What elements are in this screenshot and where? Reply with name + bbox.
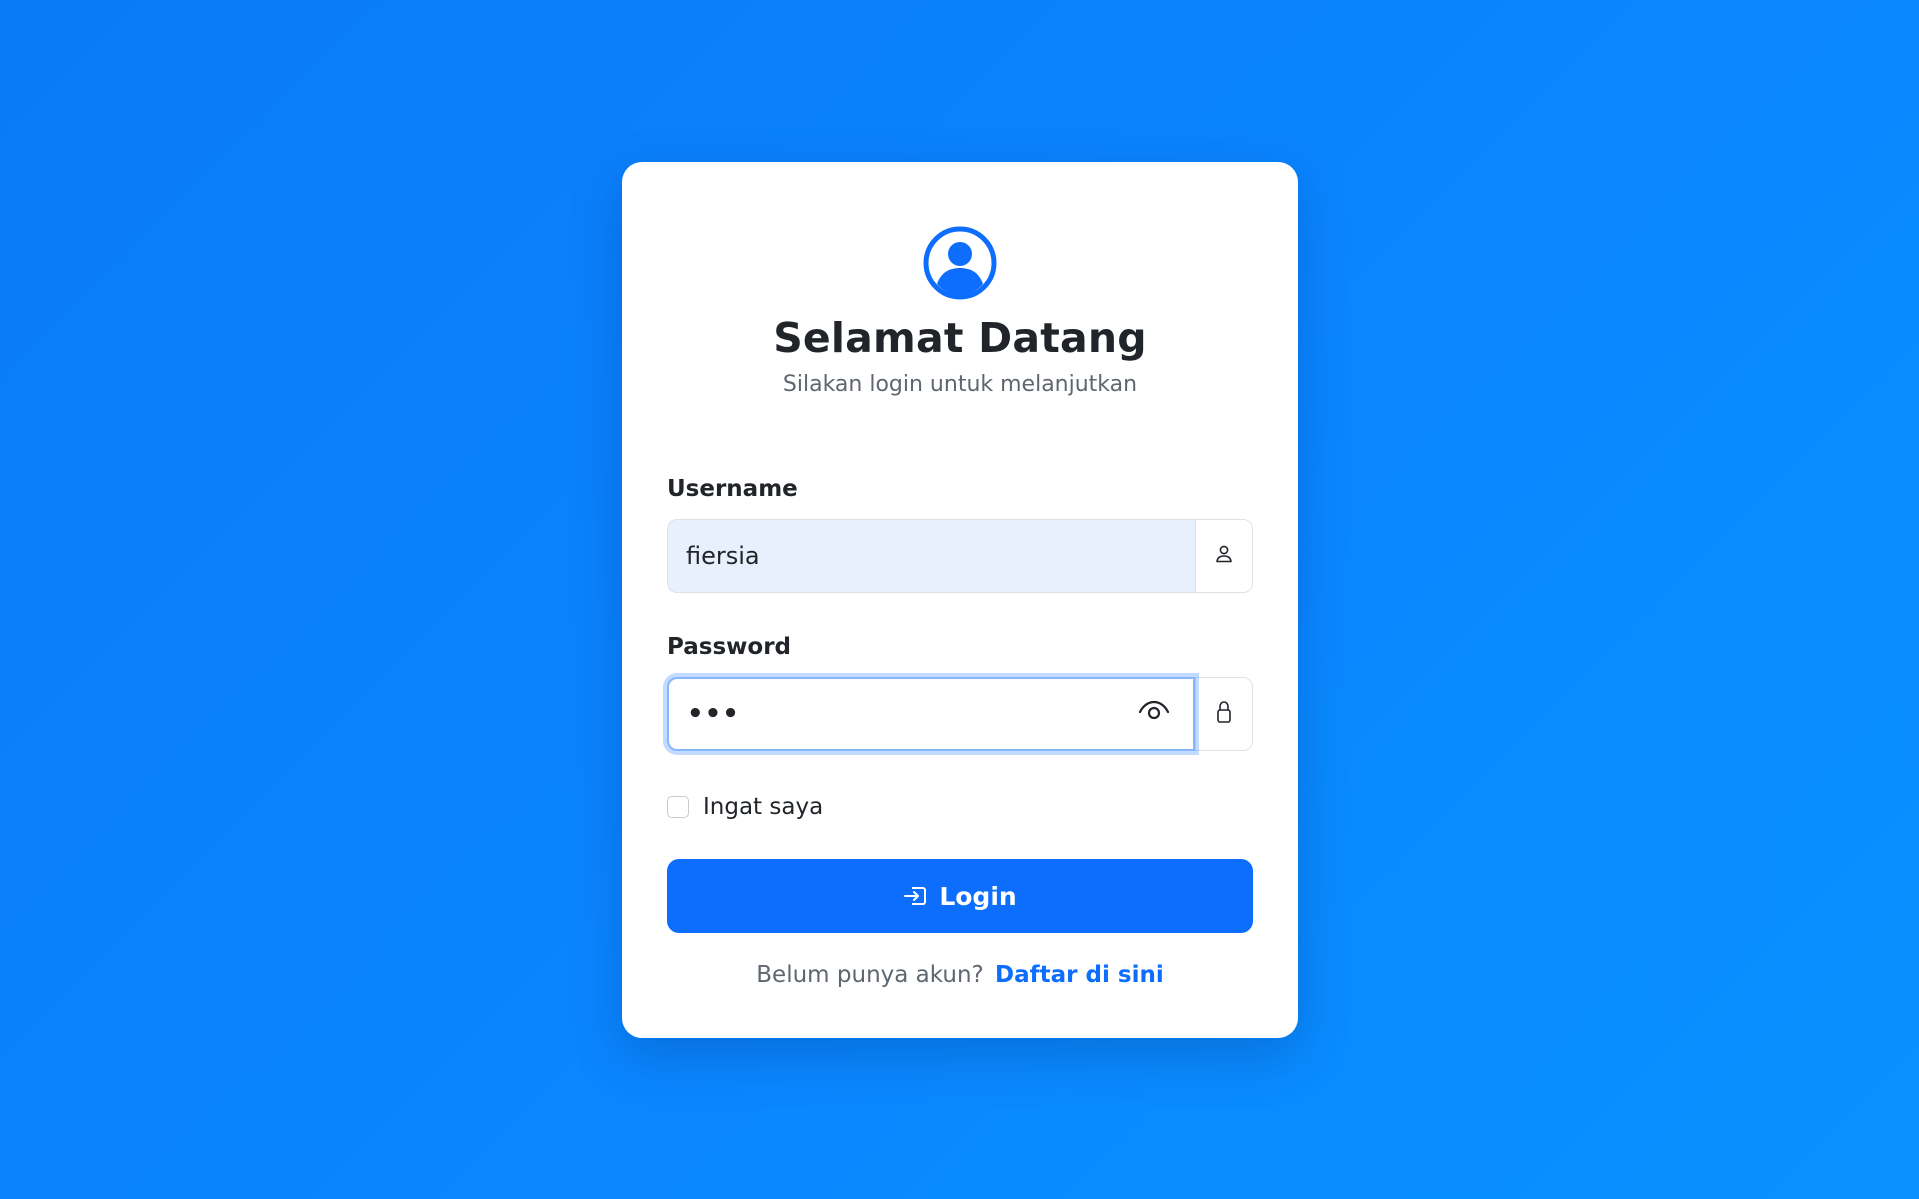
password-label: Password <box>667 634 791 660</box>
username-addon <box>1195 519 1253 593</box>
login-button[interactable]: Login <box>667 859 1253 933</box>
username-input[interactable]: fiersia <box>667 519 1195 593</box>
username-value: fiersia <box>686 542 760 570</box>
remember-me: Ingat saya <box>667 794 823 820</box>
password-addon <box>1195 677 1253 751</box>
show-password-toggle[interactable] <box>1137 700 1171 728</box>
person-icon <box>1214 544 1234 568</box>
password-masked-value: ••• <box>687 699 740 729</box>
remember-label[interactable]: Ingat saya <box>703 794 823 820</box>
user-avatar-icon <box>923 226 997 300</box>
box-arrow-in-right-icon <box>903 885 927 907</box>
login-button-label: Login <box>939 881 1017 911</box>
register-link[interactable]: Daftar di sini <box>995 962 1164 988</box>
eye-icon <box>1138 700 1170 728</box>
remember-checkbox[interactable] <box>667 796 689 818</box>
register-prompt: Belum punya akun? Daftar di sini <box>622 962 1298 988</box>
username-label: Username <box>667 476 798 502</box>
lock-icon <box>1214 700 1234 728</box>
password-input[interactable]: ••• <box>667 677 1195 751</box>
password-input-group: ••• <box>667 677 1253 751</box>
page-title: Selamat Datang <box>773 314 1147 362</box>
login-card: Selamat Datang Silakan login untuk melan… <box>622 162 1298 1038</box>
page-subtitle: Silakan login untuk melanjutkan <box>782 372 1138 397</box>
register-prompt-text: Belum punya akun? <box>756 962 984 988</box>
username-input-group: fiersia <box>667 519 1253 593</box>
